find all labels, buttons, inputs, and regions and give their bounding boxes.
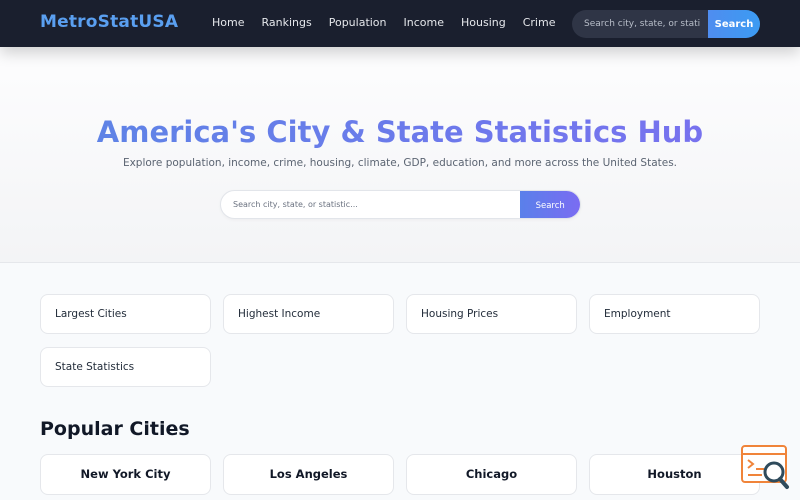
popular-cities-heading: Popular Cities [40, 418, 190, 440]
hero-subtitle: Explore population, income, crime, housi… [122, 157, 678, 169]
nav-housing[interactable]: Housing [461, 16, 506, 29]
hero-search-button[interactable]: Search [520, 191, 580, 218]
link-card-housing-prices[interactable]: Housing Prices [406, 294, 577, 334]
hero-section: America's City & State Statistics Hub Ex… [0, 47, 800, 263]
hero-search-input[interactable] [221, 191, 521, 218]
header-search: Search [572, 10, 760, 38]
header-search-input[interactable] [572, 10, 708, 38]
header-search-button[interactable]: Search [708, 10, 760, 38]
city-name: New York City [80, 467, 171, 481]
code-search-icon[interactable] [740, 444, 792, 492]
hero-search: Search [220, 190, 581, 219]
city-name: Houston [647, 467, 702, 481]
link-card-state-statistics[interactable]: State Statistics [40, 347, 211, 387]
city-card-chicago[interactable]: Chicago [406, 454, 577, 495]
link-card-label: State Statistics [55, 361, 135, 373]
link-card-highest-income[interactable]: Highest Income [223, 294, 394, 334]
hero-title: America's City & State Statistics Hub [0, 115, 800, 149]
link-card-label: Housing Prices [421, 308, 499, 320]
nav-rankings[interactable]: Rankings [261, 16, 311, 29]
link-card-label: Largest Cities [55, 308, 127, 320]
city-name: Los Angeles [269, 467, 348, 481]
city-name: Chicago [465, 467, 518, 481]
nav-crime[interactable]: Crime [523, 16, 556, 29]
nav-income[interactable]: Income [404, 16, 444, 29]
top-navbar: MetroStatUSA Home Rankings Population In… [0, 0, 800, 47]
city-card-houston[interactable]: Houston [589, 454, 760, 495]
nav-population[interactable]: Population [329, 16, 387, 29]
city-card-new-york[interactable]: New York City [40, 454, 211, 495]
link-card-label: Highest Income [238, 308, 321, 320]
main-nav: Home Rankings Population Income Housing … [212, 16, 572, 29]
city-card-los-angeles[interactable]: Los Angeles [223, 454, 394, 495]
link-card-largest-cities[interactable]: Largest Cities [40, 294, 211, 334]
link-card-label: Employment [604, 308, 671, 320]
nav-home[interactable]: Home [212, 16, 244, 29]
site-logo[interactable]: MetroStatUSA [40, 12, 178, 32]
link-card-employment[interactable]: Employment [589, 294, 760, 334]
